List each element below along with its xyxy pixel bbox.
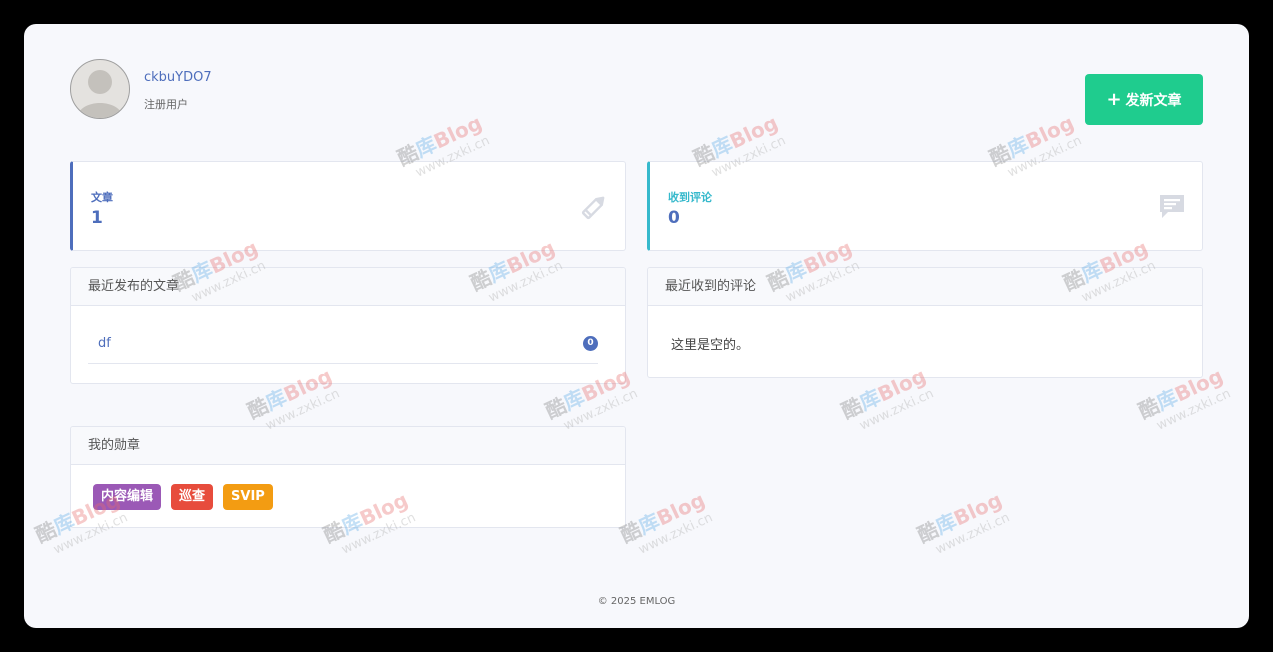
comment-icon	[1158, 192, 1186, 224]
pencil-icon	[579, 192, 609, 226]
stat-comments-label: 收到评论	[668, 191, 712, 204]
stat-card-comments: 收到评论 0	[647, 161, 1203, 251]
stat-posts-value: 1	[91, 208, 103, 228]
recent-comments-card: 最近收到的评论 这里是空的。	[647, 267, 1203, 378]
list-item[interactable]: df 0	[88, 324, 598, 364]
medal-badge: 内容编辑	[93, 484, 162, 510]
stat-posts-label: 文章	[91, 191, 113, 204]
medal-list: 内容编辑 巡查 SVIP	[93, 484, 273, 510]
post-title-link[interactable]: df	[98, 336, 111, 351]
empty-state-text: 这里是空的。	[671, 338, 750, 353]
comment-count-badge: 0	[583, 336, 598, 351]
user-role: 注册用户	[144, 98, 188, 111]
medal-badge: SVIP	[223, 484, 273, 510]
username[interactable]: ckbuYDO7	[144, 70, 212, 85]
app-window: ckbuYDO7 注册用户 + 发新文章 文章 1 收到评论 0 最近发布的文章…	[24, 24, 1249, 628]
avatar[interactable]	[70, 59, 130, 119]
user-avatar-icon	[77, 70, 123, 118]
stat-card-posts: 文章 1	[70, 161, 626, 251]
medals-card: 我的勋章 内容编辑 巡查 SVIP	[70, 426, 626, 528]
new-post-label: 发新文章	[1125, 92, 1182, 109]
stat-comments-value: 0	[668, 208, 680, 228]
footer-copyright: © 2025 EMLOG	[597, 596, 676, 607]
medal-badge: 巡查	[171, 484, 214, 510]
medals-title: 我的勋章	[71, 427, 625, 465]
new-post-button[interactable]: + 发新文章	[1085, 74, 1203, 125]
recent-posts-card: 最近发布的文章 df 0	[70, 267, 626, 384]
recent-posts-title: 最近发布的文章	[71, 268, 625, 306]
recent-comments-title: 最近收到的评论	[648, 268, 1202, 306]
plus-icon: +	[1106, 88, 1122, 110]
